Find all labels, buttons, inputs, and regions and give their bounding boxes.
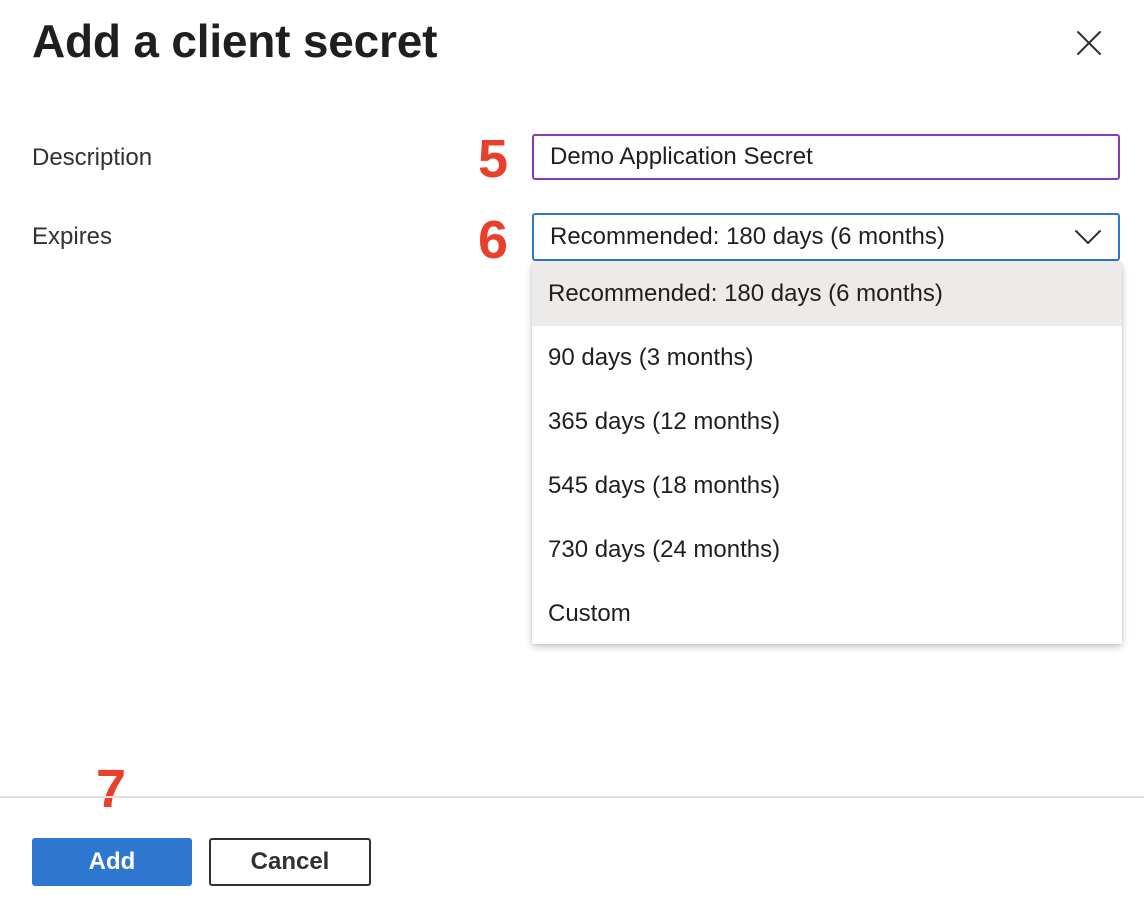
panel-title: Add a client secret <box>32 15 438 67</box>
add-client-secret-panel: Add a client secret Description 5 Expire… <box>0 0 1144 916</box>
expires-option-545-days[interactable]: 545 days (18 months) <box>532 454 1122 518</box>
description-label: Description <box>32 144 153 171</box>
expires-options-list: Recommended: 180 days (6 months) 90 days… <box>532 262 1122 644</box>
expires-option-365-days[interactable]: 365 days (12 months) <box>532 390 1122 454</box>
expires-selected-value: Recommended: 180 days (6 months) <box>550 223 945 250</box>
expires-option-custom[interactable]: Custom <box>532 582 1122 646</box>
step-marker-6: 6 <box>478 210 509 270</box>
expires-option-recommended[interactable]: Recommended: 180 days (6 months) <box>532 262 1122 326</box>
chevron-down-icon <box>1074 227 1102 247</box>
cancel-button[interactable]: Cancel <box>209 838 371 886</box>
expires-option-730-days[interactable]: 730 days (24 months) <box>532 518 1122 582</box>
expires-dropdown[interactable]: Recommended: 180 days (6 months) <box>532 213 1120 261</box>
expires-label: Expires <box>32 223 113 250</box>
description-input[interactable] <box>532 134 1120 180</box>
expires-option-90-days[interactable]: 90 days (3 months) <box>532 326 1122 390</box>
step-marker-5: 5 <box>478 129 509 189</box>
add-button[interactable]: Add <box>32 838 192 886</box>
close-button[interactable] <box>1066 22 1112 68</box>
close-icon <box>1075 29 1103 62</box>
step-marker-7: 7 <box>96 759 127 819</box>
footer-divider <box>0 796 1144 798</box>
